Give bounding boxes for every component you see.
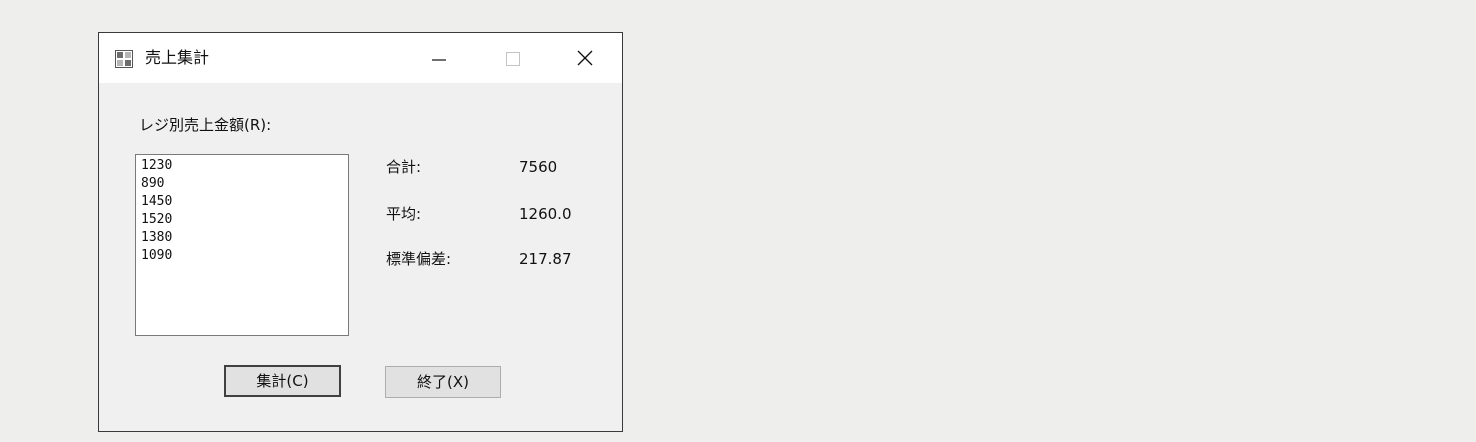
- total-label: 合計:: [386, 158, 422, 176]
- minimize-button[interactable]: [419, 41, 459, 77]
- calculate-button[interactable]: 集計(C): [224, 365, 341, 397]
- list-item[interactable]: 890: [141, 175, 348, 193]
- average-label: 平均:: [386, 205, 422, 223]
- list-item[interactable]: 1450: [141, 193, 348, 211]
- average-value: 1260.0: [519, 205, 572, 223]
- title-bar[interactable]: 売上集計: [99, 33, 622, 83]
- std-dev-label: 標準偏差:: [386, 250, 452, 268]
- minimize-icon: [432, 59, 446, 61]
- app-form-icon: [115, 50, 133, 68]
- window-title: 売上集計: [145, 48, 210, 67]
- maximize-button[interactable]: [493, 41, 533, 77]
- total-value: 7560: [519, 158, 558, 176]
- close-icon: [577, 50, 593, 66]
- list-item[interactable]: 1090: [141, 247, 348, 265]
- list-item[interactable]: 1520: [141, 211, 348, 229]
- maximize-icon: [506, 52, 520, 66]
- std-dev-value: 217.87: [519, 250, 572, 268]
- sales-amount-listbox[interactable]: 1230 890 1450 1520 1380 1090: [135, 154, 349, 336]
- sales-by-register-label: レジ別売上金額(R):: [139, 116, 272, 134]
- close-button[interactable]: [565, 41, 605, 77]
- sales-summary-window: 売上集計 レジ別売上金額(R): 1230 890 1450 1520 1380…: [98, 32, 623, 432]
- list-item[interactable]: 1230: [141, 157, 348, 175]
- exit-button[interactable]: 終了(X): [385, 366, 501, 398]
- list-item[interactable]: 1380: [141, 229, 348, 247]
